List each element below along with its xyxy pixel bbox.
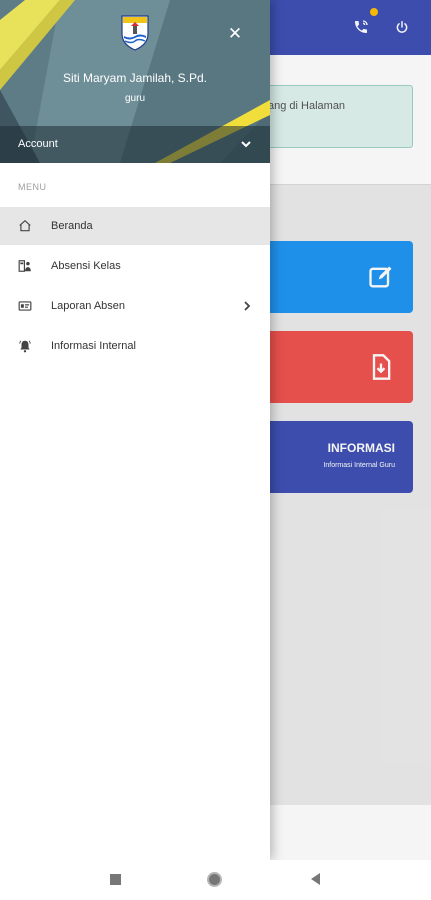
menu-section-header: MENU	[18, 182, 47, 192]
chevron-down-icon	[241, 141, 251, 148]
drawer-header: ✕ Siti Maryam Jamilah, S.Pd. guru Accoun…	[0, 0, 270, 163]
menu-item-absensi-kelas[interactable]: Absensi Kelas	[0, 247, 270, 285]
menu-item-informasi-internal[interactable]: Informasi Internal	[0, 327, 270, 365]
drawer-scrim[interactable]	[270, 0, 431, 860]
home-icon	[19, 219, 31, 232]
system-navigation-bar	[0, 860, 431, 900]
account-dropdown[interactable]: Account	[0, 126, 270, 163]
menu-item-label: Absensi Kelas	[51, 260, 121, 272]
recent-apps-icon[interactable]	[110, 874, 121, 885]
navigation-drawer: ✕ Siti Maryam Jamilah, S.Pd. guru Accoun…	[0, 0, 270, 860]
school-logo	[121, 15, 149, 51]
close-icon[interactable]: ✕	[226, 24, 244, 42]
back-triangle-icon[interactable]	[311, 873, 320, 885]
user-name: Siti Maryam Jamilah, S.Pd.	[62, 71, 208, 85]
menu-item-label: Informasi Internal	[51, 340, 136, 352]
account-label: Account	[18, 138, 58, 150]
report-icon	[18, 301, 32, 311]
bell-icon	[19, 340, 31, 353]
menu-item-label: Laporan Absen	[51, 300, 126, 312]
menu-item-label: Beranda	[51, 220, 93, 232]
chevron-right-icon	[244, 301, 251, 311]
menu-item-laporan-absen[interactable]: Laporan Absen	[0, 287, 270, 325]
class-attendance-icon	[18, 260, 31, 272]
menu-item-beranda[interactable]: Beranda	[0, 207, 270, 245]
home-circle-icon[interactable]	[207, 872, 222, 887]
user-role: guru	[124, 93, 145, 104]
